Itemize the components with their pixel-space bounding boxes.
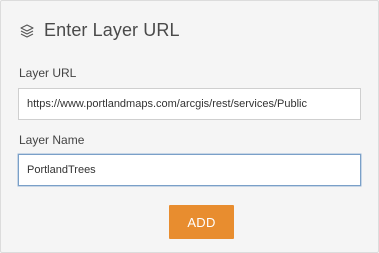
layers-icon (18, 22, 36, 40)
enter-layer-url-panel: Enter Layer URL Layer URL Layer Name ADD (0, 0, 379, 253)
layer-url-label: Layer URL (19, 66, 77, 80)
panel-title: Enter Layer URL (44, 20, 180, 40)
layer-name-label: Layer Name (19, 133, 85, 147)
layer-name-input[interactable] (18, 154, 361, 186)
add-button[interactable]: ADD (169, 205, 234, 239)
panel-header: Enter Layer URL (18, 20, 180, 41)
layer-url-input[interactable] (18, 88, 361, 120)
